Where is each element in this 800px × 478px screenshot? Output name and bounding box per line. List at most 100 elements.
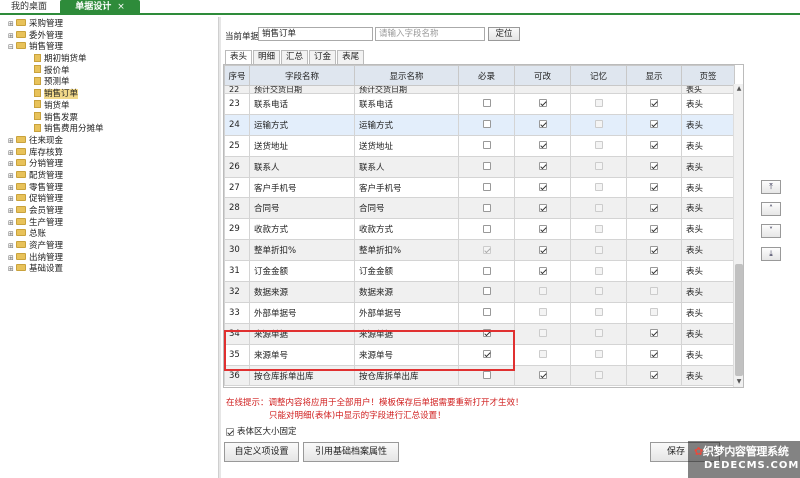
column-header[interactable]: 字段名称 bbox=[249, 65, 355, 86]
checkbox[interactable] bbox=[650, 162, 658, 171]
move-down-button[interactable]: ˅ bbox=[761, 224, 781, 238]
checkbox[interactable] bbox=[538, 203, 547, 212]
tree-node[interactable]: ⊞ 总账 bbox=[8, 229, 208, 241]
tree-node[interactable]: ⊞ 采购管理 bbox=[8, 19, 208, 31]
checkbox[interactable] bbox=[650, 141, 658, 150]
table-row[interactable]: 22 预计交货日期 预计交货日期 表头 bbox=[224, 85, 735, 94]
column-header[interactable]: 序号 bbox=[224, 65, 250, 86]
display-name[interactable]: 联系电话 bbox=[354, 93, 459, 115]
checkbox[interactable] bbox=[538, 224, 547, 233]
checkbox[interactable] bbox=[650, 224, 658, 233]
expand-icon[interactable]: ⊞ bbox=[8, 19, 16, 31]
table-row[interactable]: 28 合同号 合同号 表头 bbox=[224, 197, 735, 220]
table-row[interactable]: 27 客户手机号 客户手机号 表头 bbox=[224, 176, 735, 199]
checkbox[interactable] bbox=[538, 245, 547, 254]
checkbox[interactable] bbox=[650, 371, 658, 380]
expand-icon[interactable]: ⊞ bbox=[8, 31, 16, 43]
checkbox[interactable] bbox=[538, 371, 547, 380]
checkbox[interactable] bbox=[538, 266, 547, 275]
table-row[interactable]: 31 订金金额 订金金额 表头 bbox=[224, 260, 735, 283]
fix-body-size-option[interactable]: 表体区大小固定 bbox=[226, 425, 297, 437]
current-doc-field[interactable]: 销售订单 bbox=[258, 27, 373, 41]
checkbox[interactable] bbox=[482, 308, 491, 317]
tree-leaf[interactable]: 销售订单 bbox=[8, 88, 208, 101]
tree-node[interactable]: ⊞ 库存核算 bbox=[8, 147, 208, 160]
display-name[interactable]: 合同号 bbox=[354, 197, 459, 220]
checkbox[interactable] bbox=[482, 162, 491, 171]
table-row[interactable]: 24 运输方式 运输方式 表头 bbox=[224, 113, 735, 136]
checkbox[interactable] bbox=[650, 203, 658, 212]
field-search-input[interactable]: 请输入字段名称 bbox=[375, 27, 485, 41]
display-name[interactable]: 收款方式 bbox=[354, 218, 459, 241]
expand-icon[interactable]: ⊞ bbox=[8, 241, 16, 253]
close-icon[interactable]: × bbox=[117, 2, 125, 12]
checkbox[interactable] bbox=[482, 183, 491, 191]
expand-icon[interactable]: ⊞ bbox=[8, 253, 16, 265]
tree-node[interactable]: ⊞ 会员管理 bbox=[8, 206, 208, 218]
tree-node[interactable]: ⊞ 出纳管理 bbox=[8, 252, 208, 265]
tree-node[interactable]: ⊞ 基础设置 bbox=[8, 264, 208, 276]
section-tab[interactable]: 汇总 bbox=[281, 50, 309, 64]
tab-doc-design[interactable]: 单据设计 × bbox=[60, 0, 140, 14]
tree-leaf[interactable]: 销售费用分摊单 bbox=[8, 123, 208, 136]
table-scrollbar[interactable]: ▲ ▼ bbox=[733, 84, 743, 387]
table-row[interactable]: 25 送货地址 送货地址 表头 bbox=[224, 134, 735, 157]
tree-node[interactable]: ⊞ 往来现金 bbox=[8, 135, 208, 148]
checkbox[interactable] bbox=[538, 120, 547, 129]
checkbox[interactable] bbox=[482, 287, 491, 296]
checkbox[interactable] bbox=[650, 99, 658, 108]
splitter[interactable] bbox=[218, 17, 221, 478]
tree-leaf[interactable]: 销货单 bbox=[8, 100, 208, 113]
custom-item-settings-button[interactable]: 自定义项设置 bbox=[224, 442, 299, 462]
display-name[interactable]: 客户手机号 bbox=[354, 176, 459, 199]
column-header[interactable]: 页签 bbox=[681, 65, 735, 86]
expand-icon[interactable]: ⊞ bbox=[8, 136, 16, 148]
section-tab[interactable]: 表头 bbox=[225, 50, 253, 64]
column-header[interactable]: 必录 bbox=[458, 65, 515, 86]
checkbox[interactable] bbox=[538, 141, 547, 150]
expand-icon[interactable]: ⊞ bbox=[8, 171, 16, 183]
checkbox[interactable] bbox=[650, 245, 658, 254]
tree-node[interactable]: ⊞ 委外管理 bbox=[8, 30, 208, 43]
checkbox[interactable] bbox=[482, 120, 491, 129]
scroll-up-icon[interactable]: ▲ bbox=[734, 84, 744, 94]
section-tab[interactable]: 订金 bbox=[309, 50, 337, 64]
section-tab[interactable]: 明细 bbox=[253, 50, 281, 64]
checkbox[interactable] bbox=[538, 183, 547, 191]
checkbox[interactable] bbox=[650, 329, 658, 338]
table-row[interactable]: 29 收款方式 收款方式 表头 bbox=[224, 218, 735, 241]
display-name[interactable]: 整单折扣% bbox=[354, 239, 459, 262]
checkbox[interactable] bbox=[482, 371, 491, 380]
table-row[interactable]: 33 外部单据号 外部单据号 表头 bbox=[224, 301, 735, 324]
checkbox[interactable] bbox=[538, 99, 547, 108]
tree-node[interactable]: ⊞ 分销管理 bbox=[8, 159, 208, 171]
tree-node[interactable]: ⊞ 零售管理 bbox=[8, 182, 208, 195]
tree-node[interactable]: ⊞ 促销管理 bbox=[8, 194, 208, 206]
checkbox[interactable] bbox=[650, 266, 658, 275]
move-top-button[interactable]: ⤒ bbox=[761, 180, 781, 194]
scroll-thumb[interactable] bbox=[735, 264, 743, 376]
move-bottom-button[interactable]: ⤓ bbox=[761, 247, 781, 261]
expand-icon[interactable]: ⊞ bbox=[8, 206, 16, 218]
checkbox[interactable] bbox=[482, 141, 491, 150]
column-header[interactable]: 显示 bbox=[626, 65, 682, 86]
display-name[interactable]: 送货地址 bbox=[354, 134, 459, 157]
expand-icon[interactable]: ⊞ bbox=[8, 159, 16, 171]
tree-node[interactable]: ⊞ 配货管理 bbox=[8, 170, 208, 183]
expand-icon[interactable]: ⊞ bbox=[8, 148, 16, 160]
column-header[interactable]: 显示名称 bbox=[354, 65, 459, 86]
column-header[interactable]: 可改 bbox=[514, 65, 571, 86]
collapse-icon[interactable]: ⊟ bbox=[8, 42, 16, 54]
table-row[interactable]: 30 整单折扣% 整单折扣% 表头 bbox=[224, 239, 735, 262]
checkbox[interactable] bbox=[482, 266, 491, 275]
display-name[interactable]: 数据来源 bbox=[354, 281, 459, 303]
checkbox[interactable] bbox=[538, 162, 547, 171]
tree-leaf[interactable]: 销售发票 bbox=[8, 112, 208, 125]
expand-icon[interactable]: ⊞ bbox=[8, 218, 16, 230]
reference-archive-button[interactable]: 引用基础档案属性 bbox=[303, 442, 399, 462]
checkbox[interactable] bbox=[482, 224, 491, 233]
column-header[interactable]: 记忆 bbox=[570, 65, 627, 86]
table-row[interactable]: 32 数据来源 数据来源 表头 bbox=[224, 281, 735, 303]
locate-button[interactable]: 定位 bbox=[488, 27, 520, 41]
display-name[interactable]: 订金金额 bbox=[354, 260, 459, 283]
